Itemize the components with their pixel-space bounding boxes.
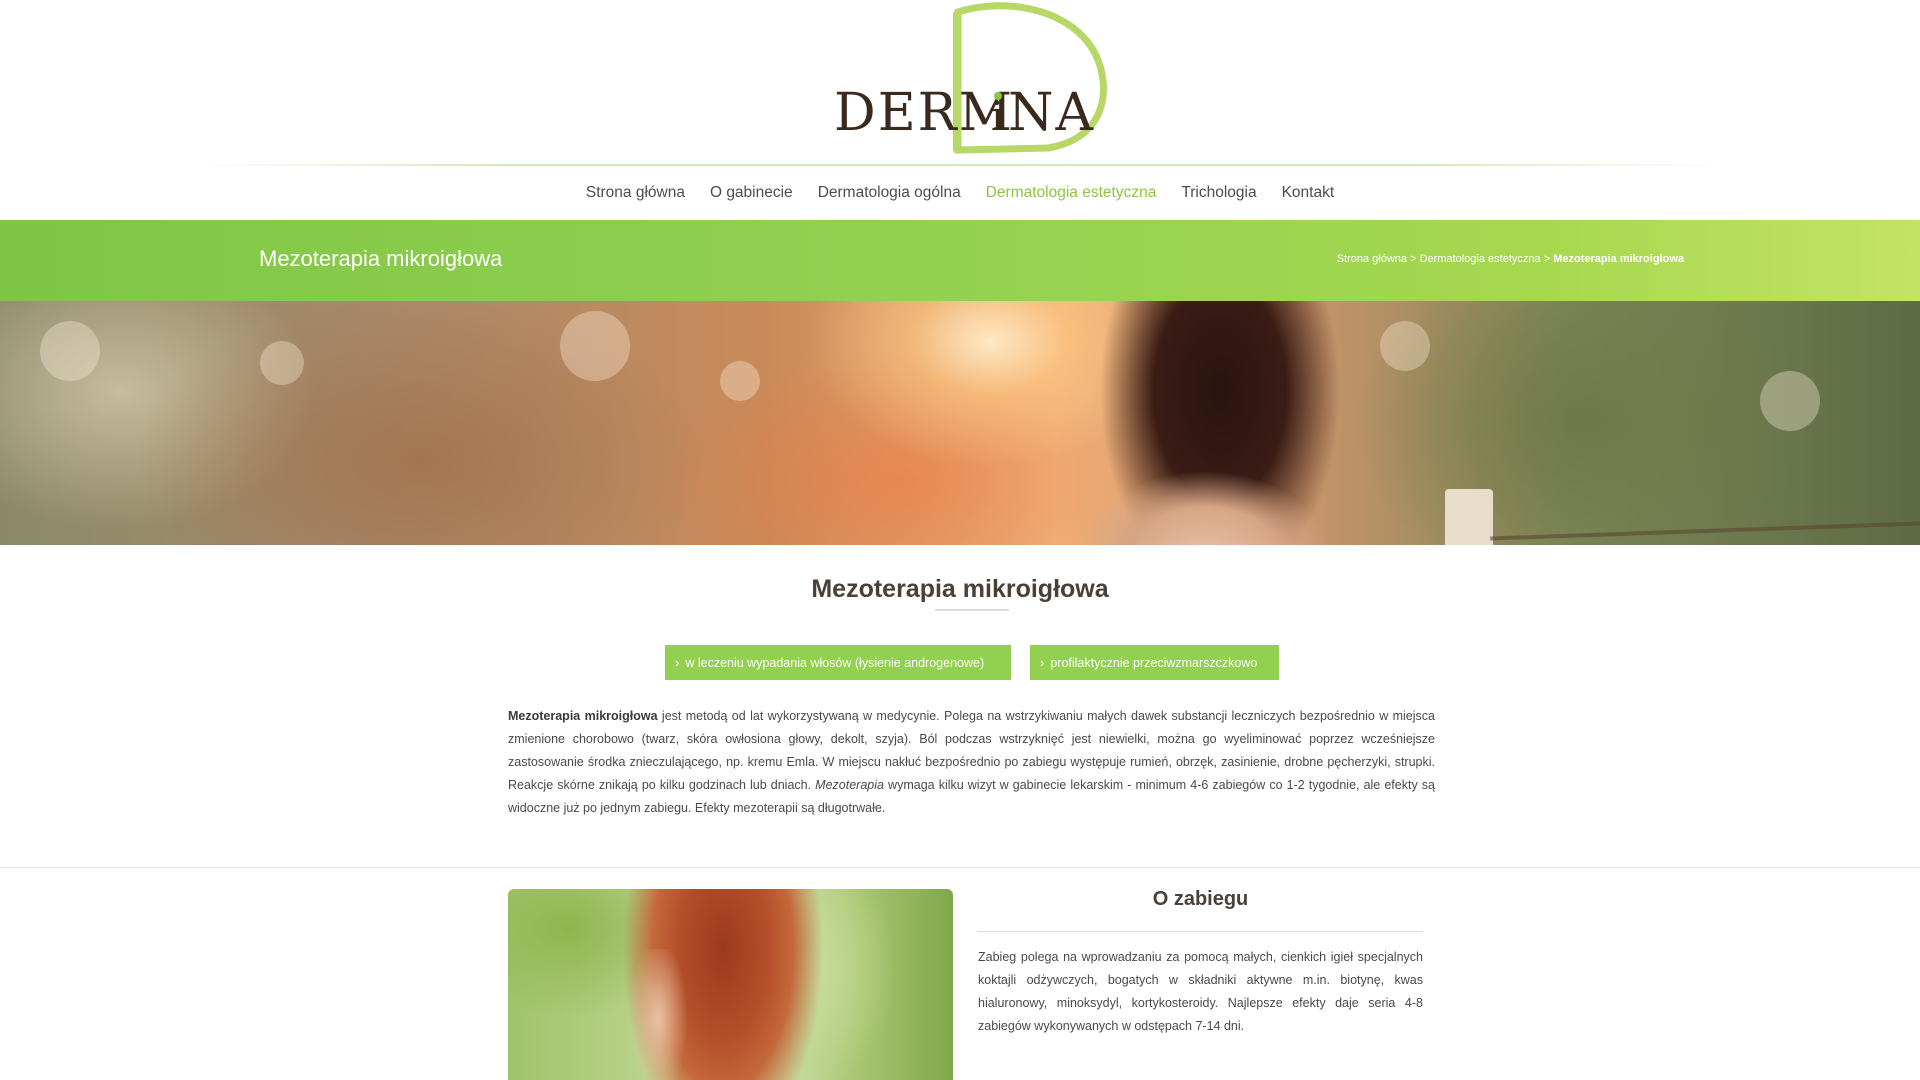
bokeh-light xyxy=(720,361,760,401)
nav-item-dermatologia-estetyczna[interactable]: Dermatologia estetyczna xyxy=(986,184,1157,202)
section-divider xyxy=(0,867,1920,868)
fence-post xyxy=(1445,489,1493,545)
chevron-right-icon: › xyxy=(1040,655,1045,670)
section-title: Mezoterapia mikroigłowa xyxy=(811,575,1109,603)
chevron-right-icon: › xyxy=(675,655,680,670)
bokeh-light xyxy=(1760,371,1820,431)
woman-shoulders xyxy=(1085,451,1325,545)
breadcrumb-home-link[interactable]: Strona główna xyxy=(1337,253,1407,265)
treatment-photo xyxy=(508,889,953,1080)
about-divider xyxy=(978,931,1423,932)
breadcrumb-current: Mezoterapia mikroigłowa xyxy=(1553,253,1684,265)
breadcrumb: Strona główna > Dermatologia estetyczna … xyxy=(1337,253,1684,265)
breadcrumb-separator: > xyxy=(1540,253,1554,265)
fence-rail xyxy=(1490,521,1920,541)
bokeh-light xyxy=(560,311,630,381)
banner-title: Mezoterapia mikroigłowa xyxy=(259,246,503,271)
dermina-logo[interactable]: DERM i NA xyxy=(828,0,1114,160)
nav-item-trichologia[interactable]: Trichologia xyxy=(1181,184,1256,202)
site-header: DERM i NA xyxy=(0,0,1920,166)
about-title: O zabiegu xyxy=(1152,888,1249,910)
intro-bold: Mezoterapia mikroigłowa xyxy=(508,709,658,723)
main-nav: Strona główna O gabinecie Dermatologia o… xyxy=(0,166,1920,220)
intro-paragraph: Mezoterapia mikroigłowa jest metodą od l… xyxy=(508,705,1435,820)
title-underline xyxy=(935,609,1009,611)
hair-loss-treatment-button[interactable]: › w leczeniu wypadania włosów (łysienie … xyxy=(665,645,1011,680)
hero-image xyxy=(0,301,1920,545)
svg-text:NA: NA xyxy=(1008,83,1095,143)
svg-text:DERM: DERM xyxy=(834,83,1014,143)
page-title-banner: Mezoterapia mikroigłowa Strona główna > … xyxy=(0,220,1920,301)
nav-item-dermatologia-ogolna[interactable]: Dermatologia ogólna xyxy=(818,184,961,202)
nav-item-strona-glowna[interactable]: Strona główna xyxy=(586,184,685,202)
anti-wrinkle-button[interactable]: › profilaktycznie przeciwzmarszczkowo xyxy=(1030,645,1279,680)
nav-item-o-gabinecie[interactable]: O gabinecie xyxy=(710,184,793,202)
bokeh-light xyxy=(1380,321,1430,371)
bokeh-light xyxy=(260,341,304,385)
nav-item-kontakt[interactable]: Kontakt xyxy=(1282,184,1335,202)
about-paragraph: Zabieg polega na wprowadzaniu za pomocą … xyxy=(978,950,1423,1033)
svg-text:i: i xyxy=(991,94,1004,140)
breadcrumb-separator: > xyxy=(1407,253,1420,265)
bokeh-light xyxy=(40,321,100,381)
intro-italic: Mezoterapia xyxy=(815,778,884,792)
button-label: w leczeniu wypadania włosów (łysienie an… xyxy=(685,655,985,670)
woman-shoulder xyxy=(628,949,688,1080)
button-label: profilaktycznie przeciwzmarszczkowo xyxy=(1050,655,1258,670)
breadcrumb-parent-link[interactable]: Dermatologia estetyczna xyxy=(1420,253,1541,265)
